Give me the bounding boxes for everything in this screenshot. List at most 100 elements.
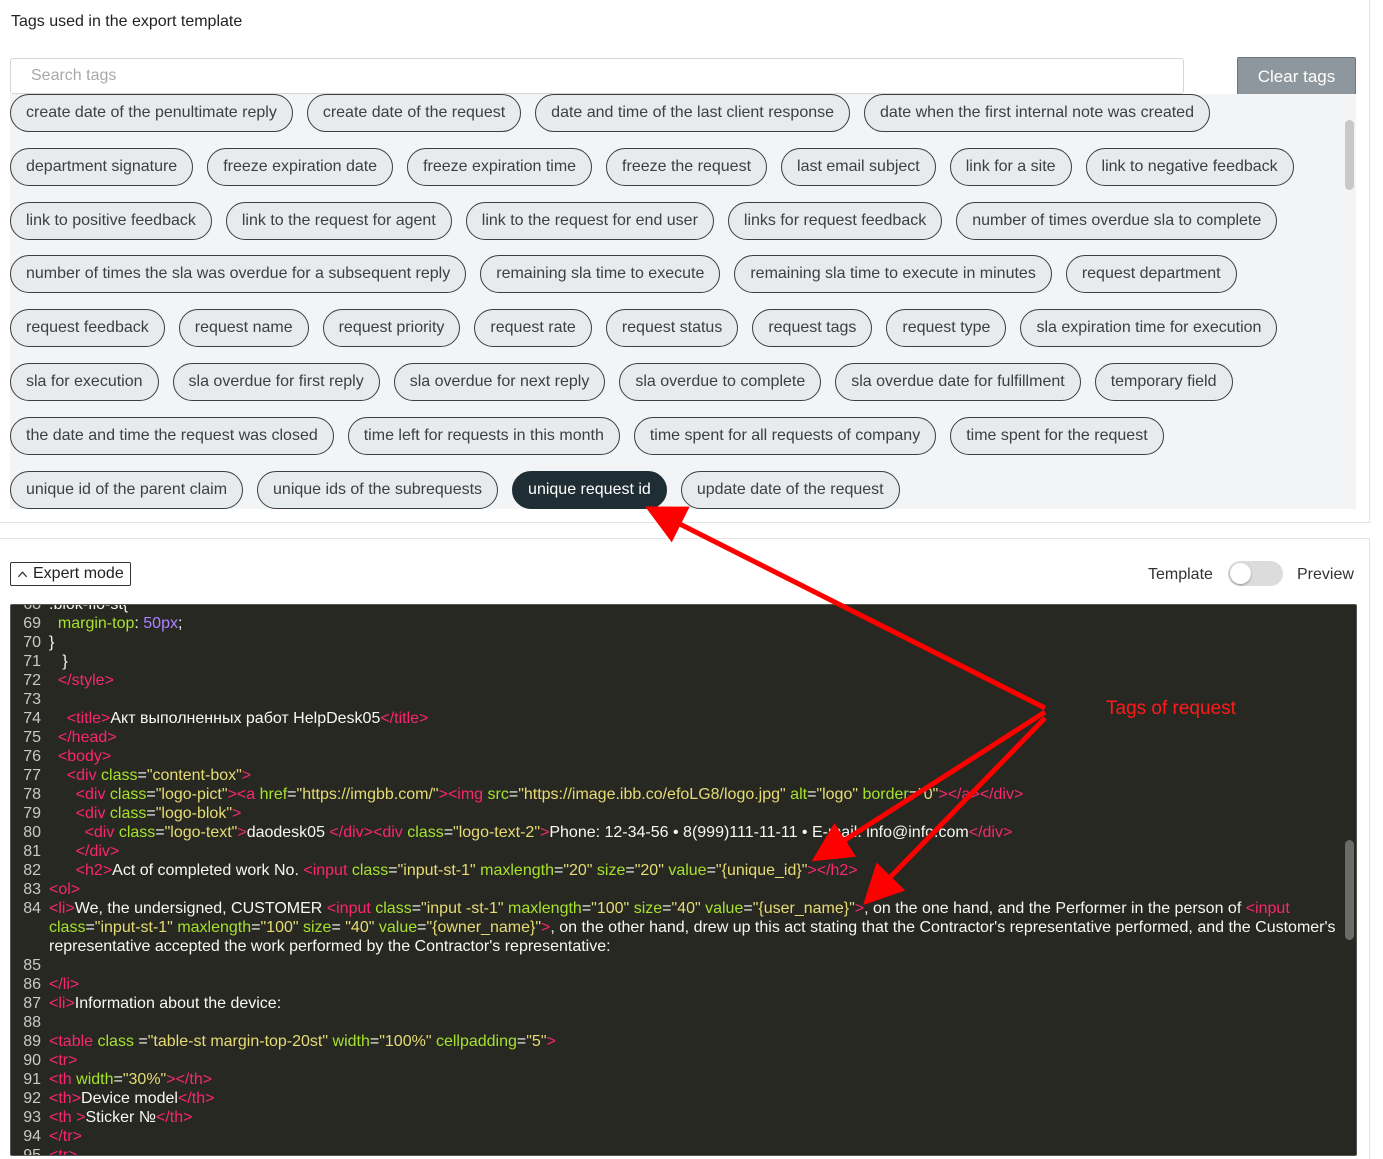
code-token: <div: [75, 786, 110, 803]
code-token: size: [303, 919, 332, 936]
code-token: <table: [49, 1033, 98, 1050]
tag-chip[interactable]: create date of the penultimate reply: [10, 94, 293, 132]
code-token: =: [625, 862, 635, 879]
code-token: <div: [75, 805, 110, 822]
tag-chip[interactable]: freeze expiration time: [407, 147, 593, 186]
tag-chip[interactable]: temporary field: [1094, 362, 1233, 401]
line-number: 88: [23, 1014, 41, 1031]
line-number: 79: [23, 805, 41, 822]
line-content: </head>: [49, 728, 1341, 747]
tag-chip[interactable]: request tags: [752, 309, 873, 348]
tag-chip[interactable]: request feedback: [10, 309, 165, 348]
tag-chip[interactable]: date and time of the last client respons…: [535, 94, 851, 132]
code-token: <th: [49, 1071, 77, 1088]
code-token: class: [109, 786, 147, 803]
code-token: size: [633, 900, 663, 917]
code-token: Device model: [81, 1090, 178, 1107]
tag-chip[interactable]: link to positive feedback: [10, 201, 212, 240]
code-token: >: [540, 824, 550, 841]
code-token: =: [146, 786, 156, 803]
template-preview-toggle[interactable]: [1228, 561, 1283, 586]
tag-chip[interactable]: remaining sla time to execute in minutes: [734, 255, 1052, 294]
tag-chip[interactable]: last email subject: [781, 147, 936, 186]
line-content: [49, 956, 1341, 975]
code-token: </th>: [177, 1090, 215, 1107]
tag-chip[interactable]: time spent for the request: [950, 416, 1164, 455]
code-token: =: [137, 767, 147, 784]
code-line: 79 <div class="logo-blok">: [11, 804, 1341, 823]
code-token: </head>: [57, 729, 117, 746]
code-token: <title>: [66, 710, 111, 727]
tag-chip[interactable]: request status: [605, 309, 739, 348]
tag-chip[interactable]: update date of the request: [680, 470, 900, 509]
tag-chip[interactable]: time spent for all requests of company: [633, 416, 937, 455]
search-tags-input[interactable]: [10, 58, 1184, 94]
tag-chip[interactable]: request name: [178, 309, 309, 348]
tag-chip[interactable]: the date and time the request was closed: [10, 416, 334, 455]
editor-scrollbar[interactable]: [1345, 840, 1354, 940]
code-editor[interactable]: 68 .blok-flo-st{69 margin-top: 50px; 70} 71…: [10, 604, 1357, 1156]
tag-chip[interactable]: request priority: [322, 309, 461, 348]
code-line: 83 <ol>: [11, 880, 1341, 899]
tag-chip[interactable]: unique request id: [512, 470, 667, 509]
annotation-label: Tags of request: [1106, 698, 1236, 719]
tag-chip[interactable]: create date of the request: [306, 94, 522, 132]
code-token: "logo": [816, 786, 859, 803]
line-number: 77: [23, 767, 41, 784]
code-token: class: [97, 1033, 139, 1050]
code-token: =: [146, 805, 156, 822]
code-token: Information about the device:: [74, 995, 282, 1012]
tag-chip[interactable]: request department: [1065, 255, 1237, 294]
code-token: <h2>: [75, 862, 113, 879]
tag-chip[interactable]: link to negative feedback: [1085, 147, 1294, 186]
tag-chip[interactable]: sla overdue date for fulfillment: [835, 362, 1081, 401]
line-content: <li>Information about the device:: [49, 994, 1341, 1013]
code-line: 78 <div class="logo-pict"><a href="https…: [11, 785, 1341, 804]
tag-chip[interactable]: department signature: [10, 147, 194, 186]
code-token: ></th>: [166, 1071, 213, 1088]
code-token: </div>: [968, 824, 1013, 841]
code-token: size: [596, 862, 626, 879]
code-token: </div><div: [329, 824, 408, 841]
tag-chip[interactable]: sla overdue for next reply: [393, 362, 606, 401]
code-line: 93 <th >Sticker №</th>: [11, 1108, 1341, 1127]
code-token: "{user_name}": [752, 900, 855, 917]
code-token: "30%": [122, 1071, 167, 1088]
line-number: 72: [23, 672, 41, 689]
line-content: <tr>: [49, 1146, 1341, 1155]
tag-chip[interactable]: remaining sla time to execute: [480, 255, 721, 294]
expert-mode-button[interactable]: Expert mode: [10, 562, 131, 586]
code-line: 69 margin-top: 50px;: [11, 614, 1341, 633]
chevron-up-icon: [17, 570, 28, 577]
tag-chip[interactable]: unique ids of the subrequests: [257, 470, 499, 509]
tag-chip[interactable]: sla expiration time for execution: [1020, 309, 1278, 348]
tag-chip[interactable]: sla overdue to complete: [619, 362, 822, 401]
tag-chip[interactable]: time left for requests in this month: [347, 416, 620, 455]
clear-tags-button[interactable]: Clear tags: [1237, 57, 1356, 96]
code-line: 75 </head>: [11, 728, 1341, 747]
line-number: 91: [23, 1071, 41, 1088]
code-token: <body>: [57, 748, 112, 765]
tag-chip[interactable]: request rate: [474, 309, 592, 348]
tag-chip[interactable]: link to the request for end user: [465, 201, 714, 240]
tag-chip[interactable]: links for request feedback: [727, 201, 943, 240]
code-token: </li>: [49, 976, 80, 993]
tag-chip[interactable]: link for a site: [949, 147, 1072, 186]
tag-chip[interactable]: sla overdue for first reply: [172, 362, 380, 401]
tag-chip[interactable]: date when the first internal note was cr…: [864, 94, 1210, 132]
tag-chip[interactable]: freeze the request: [606, 147, 768, 186]
tag-chip[interactable]: link to the request for agent: [225, 201, 452, 240]
tag-chip[interactable]: number of times overdue sla to complete: [956, 201, 1278, 240]
code-token: >: [237, 824, 247, 841]
tag-chip[interactable]: freeze expiration date: [207, 147, 394, 186]
tag-chip[interactable]: number of times the sla was overdue for …: [10, 255, 467, 294]
code-token: We, the undersigned, CUSTOMER: [74, 900, 327, 917]
code-token: </title>: [380, 710, 429, 727]
line-number: 70: [23, 634, 41, 651]
tag-chip[interactable]: request type: [886, 309, 1007, 348]
tag-chip[interactable]: unique id of the parent claim: [10, 470, 244, 509]
code-token: href: [259, 786, 288, 803]
code-token: "logo-blok": [155, 805, 233, 822]
tag-chip[interactable]: sla for execution: [10, 362, 159, 401]
tags-scrollbar[interactable]: [1345, 120, 1354, 190]
